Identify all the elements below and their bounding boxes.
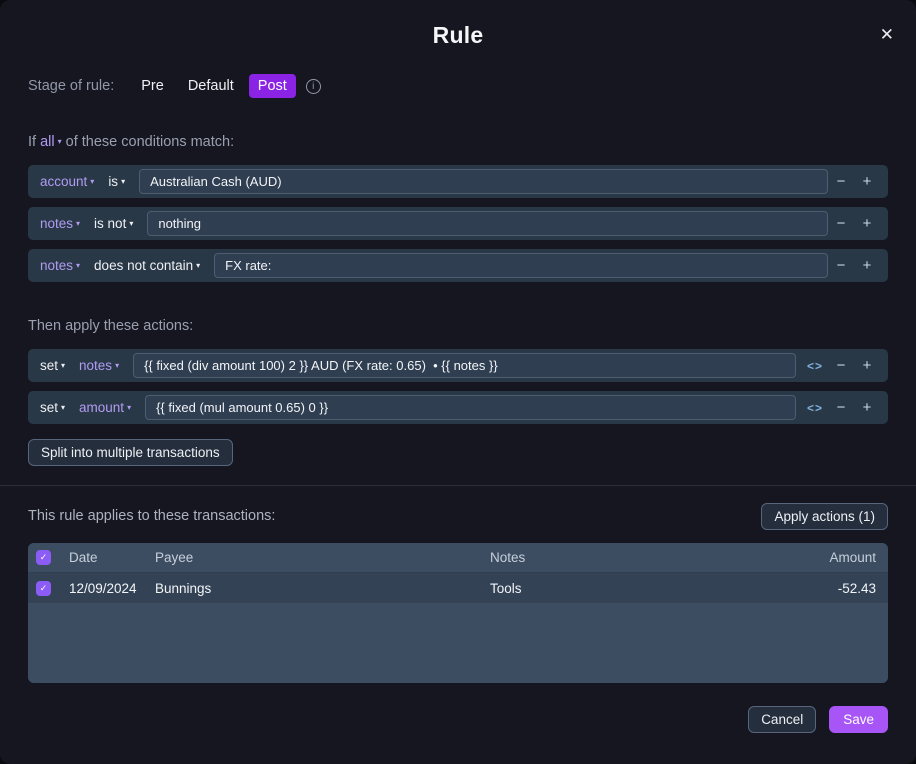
- table-empty-area: [28, 604, 888, 683]
- action-field-label: notes: [79, 358, 112, 373]
- remove-condition-button[interactable]: −: [828, 215, 854, 232]
- action-field-select[interactable]: notes▾: [79, 358, 119, 373]
- add-action-button[interactable]: +: [854, 399, 880, 416]
- condition-field-label: notes: [40, 258, 73, 273]
- condition-op-label: is not: [94, 216, 126, 231]
- condition-field-label: account: [40, 174, 87, 189]
- action-field-label: amount: [79, 400, 124, 415]
- stage-of-rule-row: Stage of rule: Pre Default Post i: [28, 72, 888, 100]
- modal-footer: Cancel Save: [28, 706, 888, 733]
- select-all-checkbox[interactable]: ✓: [36, 550, 51, 565]
- conditions-operator-select[interactable]: all▾: [40, 134, 62, 150]
- page-title: Rule: [28, 22, 888, 49]
- row-checkbox[interactable]: ✓: [36, 581, 51, 596]
- condition-field-label: notes: [40, 216, 73, 231]
- modal-header: Rule ✕: [28, 0, 888, 54]
- condition-row: notes▾ does not contain▾ − +: [28, 249, 888, 282]
- cell-date: 12/09/2024: [60, 581, 155, 596]
- condition-row: notes▾ is not▾ − +: [28, 207, 888, 240]
- remove-condition-button[interactable]: −: [828, 173, 854, 190]
- action-verb-select[interactable]: set▾: [40, 358, 65, 373]
- action-verb-label: set: [40, 400, 58, 415]
- cell-notes: Tools: [490, 581, 766, 596]
- column-header-amount: Amount: [766, 550, 876, 565]
- template-code-icon[interactable]: <>: [802, 401, 828, 415]
- condition-field-select[interactable]: account▾: [40, 174, 94, 189]
- chevron-down-icon: ▾: [129, 219, 133, 228]
- chevron-down-icon: ▾: [90, 177, 94, 186]
- action-row: set▾ notes▾ <> − +: [28, 349, 888, 382]
- cell-payee: Bunnings: [155, 581, 490, 596]
- stage-option-default[interactable]: Default: [179, 74, 243, 98]
- stage-label: Stage of rule:: [28, 78, 114, 94]
- template-code-icon[interactable]: <>: [802, 359, 828, 373]
- condition-op-select[interactable]: does not contain▾: [94, 258, 200, 273]
- condition-op-select[interactable]: is not▾: [94, 216, 133, 231]
- action-value-input[interactable]: [145, 395, 796, 420]
- remove-action-button[interactable]: −: [828, 357, 854, 374]
- condition-op-label: does not contain: [94, 258, 193, 273]
- action-verb-select[interactable]: set▾: [40, 400, 65, 415]
- column-header-notes: Notes: [490, 550, 766, 565]
- conditions-suffix: of these conditions match:: [66, 134, 234, 150]
- cell-amount: -52.43: [766, 581, 876, 596]
- conditions-prefix: If: [28, 134, 36, 150]
- condition-op-select[interactable]: is▾: [108, 174, 125, 189]
- transactions-label: This rule applies to these transactions:: [28, 508, 275, 524]
- stage-option-pre[interactable]: Pre: [132, 74, 173, 98]
- condition-op-label: is: [108, 174, 118, 189]
- stage-options: Pre Default Post: [132, 74, 296, 98]
- conditions-operator-value: all: [40, 134, 55, 150]
- remove-action-button[interactable]: −: [828, 399, 854, 416]
- chevron-down-icon: ▾: [127, 403, 131, 412]
- cancel-button[interactable]: Cancel: [748, 706, 816, 733]
- chevron-down-icon: ▾: [76, 219, 80, 228]
- info-icon[interactable]: i: [306, 79, 321, 94]
- conditions-heading: If all▾ of these conditions match:: [28, 134, 888, 150]
- chevron-down-icon: ▾: [76, 261, 80, 270]
- table-row[interactable]: ✓ 12/09/2024 Bunnings Tools -52.43: [28, 573, 888, 604]
- divider: [0, 485, 916, 486]
- actions-heading: Then apply these actions:: [28, 318, 888, 334]
- add-condition-button[interactable]: +: [854, 173, 880, 190]
- chevron-down-icon: ▾: [196, 261, 200, 270]
- transactions-table: ✓ Date Payee Notes Amount ✓ 12/09/2024 B…: [28, 543, 888, 683]
- add-condition-button[interactable]: +: [854, 257, 880, 274]
- action-field-select[interactable]: amount▾: [79, 400, 131, 415]
- chevron-down-icon: ▾: [121, 177, 125, 186]
- action-row: set▾ amount▾ <> − +: [28, 391, 888, 424]
- chevron-down-icon: ▾: [115, 361, 119, 370]
- action-value-input[interactable]: [133, 353, 796, 378]
- condition-row: account▾ is▾ − +: [28, 165, 888, 198]
- transactions-bar: This rule applies to these transactions:…: [28, 502, 888, 530]
- rule-modal: Rule ✕ Stage of rule: Pre Default Post i…: [0, 0, 916, 764]
- chevron-down-icon: ▾: [61, 403, 65, 412]
- chevron-down-icon: ▾: [58, 137, 62, 146]
- add-action-button[interactable]: +: [854, 357, 880, 374]
- chevron-down-icon: ▾: [61, 361, 65, 370]
- save-button[interactable]: Save: [829, 706, 888, 733]
- condition-value-input[interactable]: [139, 169, 828, 194]
- action-verb-label: set: [40, 358, 58, 373]
- close-icon[interactable]: ✕: [880, 26, 894, 43]
- apply-actions-button[interactable]: Apply actions (1): [761, 503, 888, 530]
- condition-value-input[interactable]: [147, 211, 828, 236]
- stage-option-post[interactable]: Post: [249, 74, 296, 98]
- condition-field-select[interactable]: notes▾: [40, 216, 80, 231]
- column-header-payee: Payee: [155, 550, 490, 565]
- add-condition-button[interactable]: +: [854, 215, 880, 232]
- condition-value-input[interactable]: [214, 253, 828, 278]
- remove-condition-button[interactable]: −: [828, 257, 854, 274]
- split-transactions-button[interactable]: Split into multiple transactions: [28, 439, 233, 466]
- condition-field-select[interactable]: notes▾: [40, 258, 80, 273]
- column-header-date: Date: [60, 550, 155, 565]
- table-header-row: ✓ Date Payee Notes Amount: [28, 543, 888, 573]
